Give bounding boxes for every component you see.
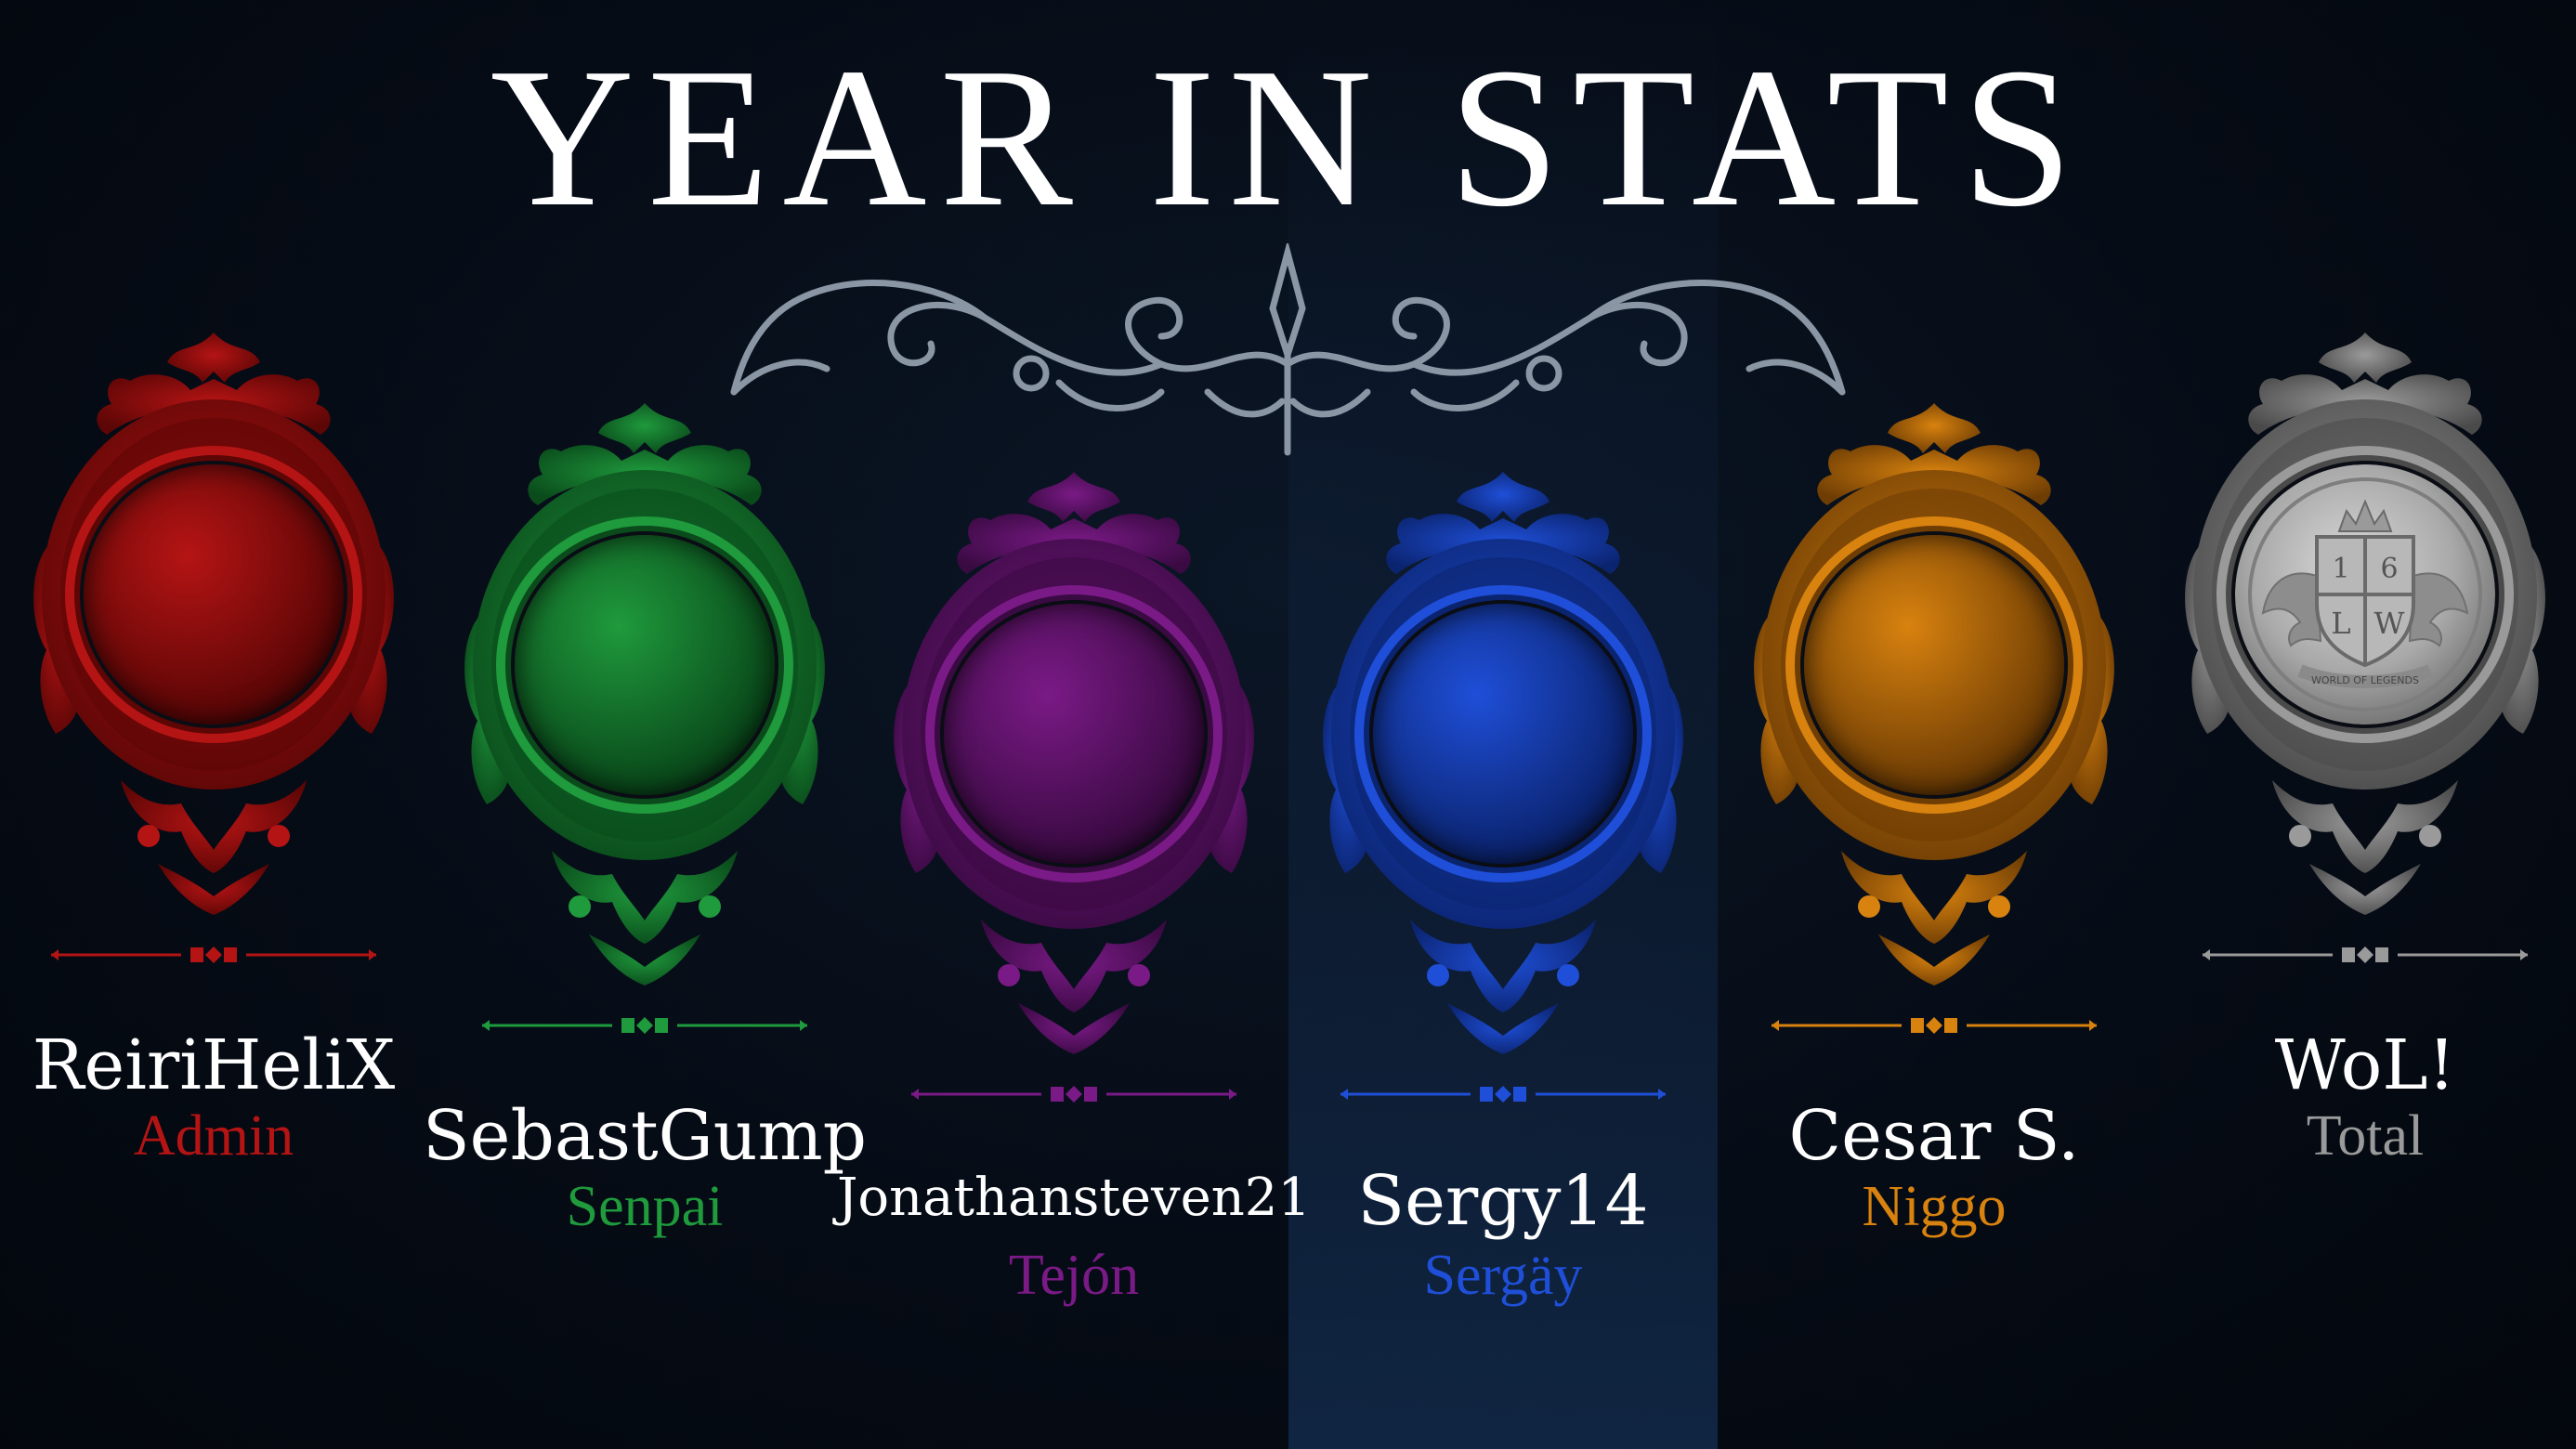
member-card-cesar-s[interactable]: Cesar S. Niggo <box>1739 386 2129 1297</box>
member-card-sebastgump[interactable]: SebastGump Senpai <box>423 386 867 1297</box>
member-card-wol[interactable]: 1 6 L W WORLD OF LEGENDS WoL! Total <box>2170 316 2560 1226</box>
member-name: WoL! <box>2274 1025 2456 1105</box>
divider-ornament-icon <box>1772 1017 2097 1034</box>
avatar <box>1804 535 2064 795</box>
emblem-banner: WORLD OF LEGENDS <box>2311 674 2419 686</box>
avatar <box>1373 604 1633 864</box>
member-role: Niggo <box>1862 1175 2007 1238</box>
emblem-quadrant-2: 6 <box>2380 553 2398 585</box>
divider-ornament-icon <box>1340 1086 1666 1103</box>
avatar <box>515 535 775 795</box>
emblem-quadrant-1: 1 <box>2332 553 2349 585</box>
member-name: ReiriHeliX <box>32 1025 396 1105</box>
avatar: 1 6 L W WORLD OF LEGENDS <box>2235 464 2495 724</box>
member-role: Total <box>2306 1104 2425 1168</box>
divider-ornament-icon <box>51 946 376 963</box>
emblem-quadrant-3: L <box>2331 606 2350 641</box>
member-card-sergy14[interactable]: Sergy14 Sergäy <box>1308 455 1698 1365</box>
divider-ornament-icon <box>911 1086 1236 1103</box>
member-card-jonathansteven21[interactable]: Jonathansteven21 Tejón <box>837 455 1311 1365</box>
avatar <box>944 604 1204 864</box>
divider-ornament-icon <box>482 1017 807 1034</box>
emblem-quadrant-4: W <box>2374 606 2405 641</box>
avatar <box>84 464 344 724</box>
member-name: SebastGump <box>422 1096 867 1176</box>
member-card-reirihelix[interactable]: ReiriHeliX Admin <box>19 316 409 1226</box>
page-title: YEAR IN STATS <box>490 26 2086 248</box>
member-role: Sergäy <box>1423 1244 1583 1307</box>
divider-ornament-icon <box>2203 946 2528 963</box>
flourish-ornament-icon <box>730 243 1846 456</box>
world-of-legends-emblem-icon: 1 6 L W WORLD OF LEGENDS <box>2235 464 2495 724</box>
